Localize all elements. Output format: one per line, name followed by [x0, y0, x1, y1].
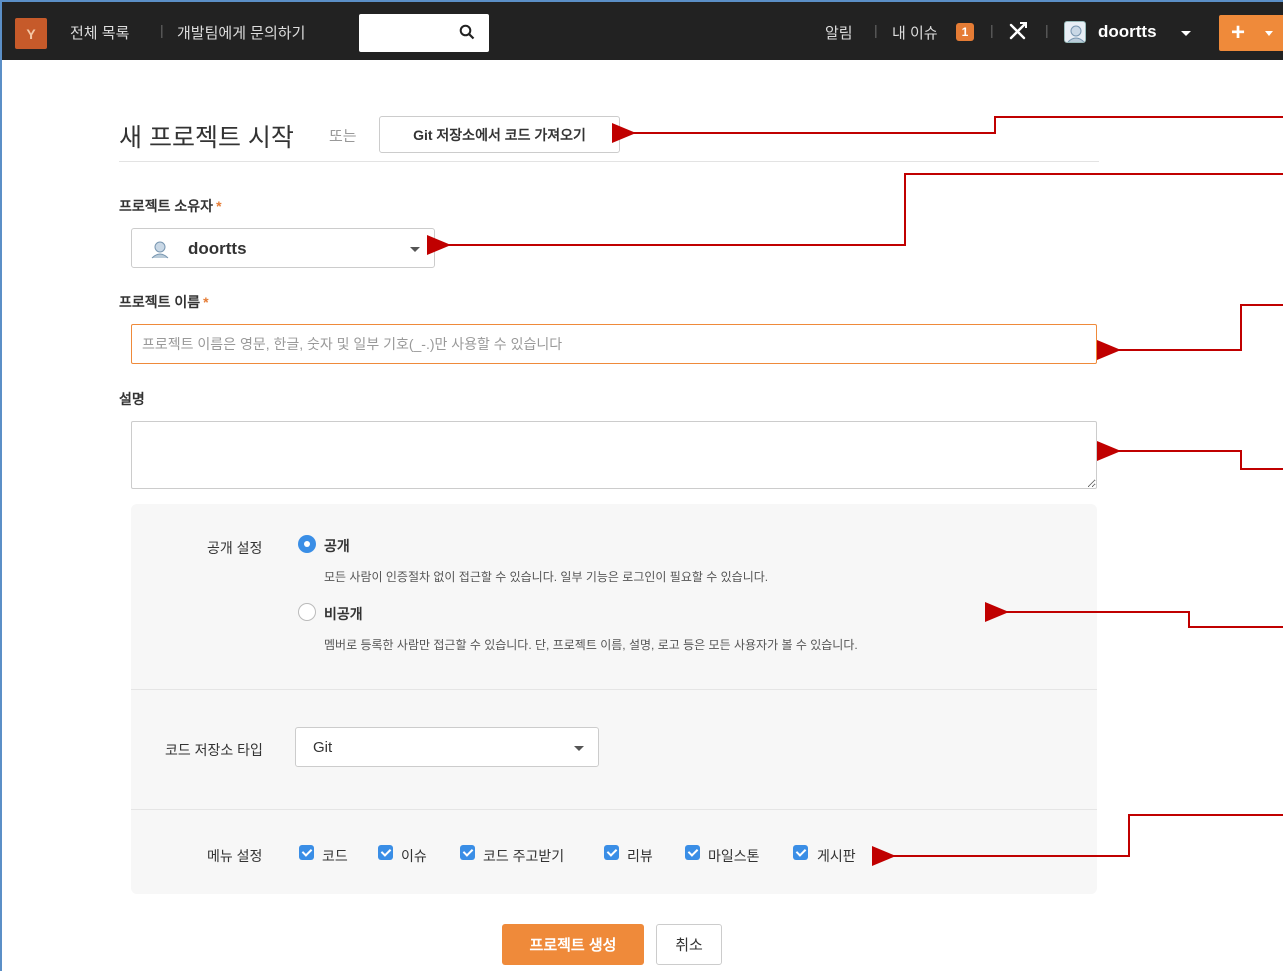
search-box — [359, 14, 489, 52]
owner-avatar — [151, 241, 169, 259]
required-mark: * — [203, 294, 209, 310]
nav-my-issues[interactable]: 내 이슈 — [892, 22, 938, 43]
menu-settings-label: 메뉴 설정 — [207, 848, 263, 864]
private-option-desc: 멤버로 등록한 사람만 접근할 수 있습니다. 단, 프로젝트 이름, 설명, … — [324, 638, 858, 652]
chevron-down-icon — [574, 746, 584, 751]
chevron-down-icon — [1265, 31, 1273, 36]
menu-checkbox-pullrequest[interactable] — [460, 845, 475, 860]
repo-type-label: 코드 저장소 타입 — [165, 742, 263, 758]
menu-checkbox-review[interactable] — [604, 845, 619, 860]
cancel-button[interactable]: 취소 — [656, 924, 722, 965]
project-name-input[interactable] — [131, 324, 1097, 364]
panel-divider — [131, 809, 1097, 810]
menu-checkbox-milestone[interactable] — [685, 845, 700, 860]
repo-type-select[interactable]: Git — [295, 727, 599, 767]
chevron-down-icon — [410, 247, 420, 252]
logo[interactable]: Y — [15, 18, 47, 49]
description-textarea[interactable] — [131, 421, 1097, 489]
settings-panel: 공개 설정 공개 모든 사람이 인증절차 없이 접근할 수 있습니다. 일부 기… — [131, 504, 1097, 894]
import-git-button[interactable]: Git 저장소에서 코드 가져오기 — [379, 116, 620, 153]
repo-type-value: Git — [313, 739, 333, 756]
annotation-arrow-owner — [427, 173, 1283, 255]
search-icon[interactable] — [459, 24, 475, 40]
or-text: 또는 — [329, 128, 357, 145]
chevron-down-icon[interactable] — [1181, 31, 1191, 36]
annotation-arrow-description — [1097, 441, 1283, 470]
create-project-button[interactable]: 프로젝트 생성 — [502, 924, 644, 965]
menu-label-code[interactable]: 코드 — [322, 846, 348, 866]
top-navbar: Y 전체 목록 | 개발팀에게 문의하기 알림 | 내 이슈 1 | | doo… — [2, 2, 1283, 60]
nav-separator: | — [1045, 22, 1049, 38]
owner-field-label: 프로젝트 소유자 * — [119, 196, 222, 216]
menu-label-issue[interactable]: 이슈 — [401, 846, 427, 866]
user-avatar[interactable] — [1064, 21, 1086, 43]
menu-label-review[interactable]: 리뷰 — [627, 846, 653, 866]
nav-alerts[interactable]: 알림 — [825, 22, 853, 43]
menu-checkbox-code[interactable] — [299, 845, 314, 860]
nav-separator: | — [990, 22, 994, 38]
menu-checkbox-board[interactable] — [793, 845, 808, 860]
add-new-button[interactable]: + — [1219, 15, 1283, 51]
page-title: 새 프로젝트 시작 — [119, 124, 294, 152]
private-option-label[interactable]: 비공개 — [324, 604, 363, 624]
public-radio[interactable] — [298, 535, 316, 553]
public-option-desc: 모든 사람이 인증절차 없이 접근할 수 있습니다. 일부 기능은 로그인이 필… — [324, 570, 769, 584]
menu-label-board[interactable]: 게시판 — [817, 846, 856, 866]
nav-link-all-list[interactable]: 전체 목록 — [70, 22, 129, 43]
issue-count-badge[interactable]: 1 — [956, 23, 974, 41]
user-name[interactable]: doortts — [1098, 22, 1157, 42]
owner-select[interactable]: doortts — [131, 228, 435, 268]
menu-checkbox-issue[interactable] — [378, 845, 393, 860]
tools-icon[interactable] — [1008, 21, 1028, 41]
nav-separator: | — [874, 22, 878, 38]
public-option-label[interactable]: 공개 — [324, 536, 350, 556]
menu-label-milestone[interactable]: 마일스톤 — [708, 846, 760, 866]
owner-label-text: 프로젝트 소유자 — [119, 198, 214, 214]
annotation-arrow-name — [1097, 304, 1283, 360]
panel-divider — [131, 689, 1097, 690]
nav-separator: | — [160, 22, 164, 38]
visibility-label: 공개 설정 — [207, 540, 263, 556]
name-label-text: 프로젝트 이름 — [119, 294, 201, 310]
annotation-arrow-import — [612, 116, 1283, 143]
owner-value: doortts — [188, 239, 247, 258]
private-radio[interactable] — [298, 603, 316, 621]
plus-icon: + — [1231, 19, 1246, 46]
header-divider — [119, 161, 1099, 162]
description-label: 설명 — [119, 391, 145, 407]
nav-link-contact-dev[interactable]: 개발팀에게 문의하기 — [177, 22, 305, 43]
required-mark: * — [216, 198, 222, 214]
menu-label-pullrequest[interactable]: 코드 주고받기 — [483, 846, 564, 866]
name-field-label: 프로젝트 이름 * — [119, 292, 209, 312]
